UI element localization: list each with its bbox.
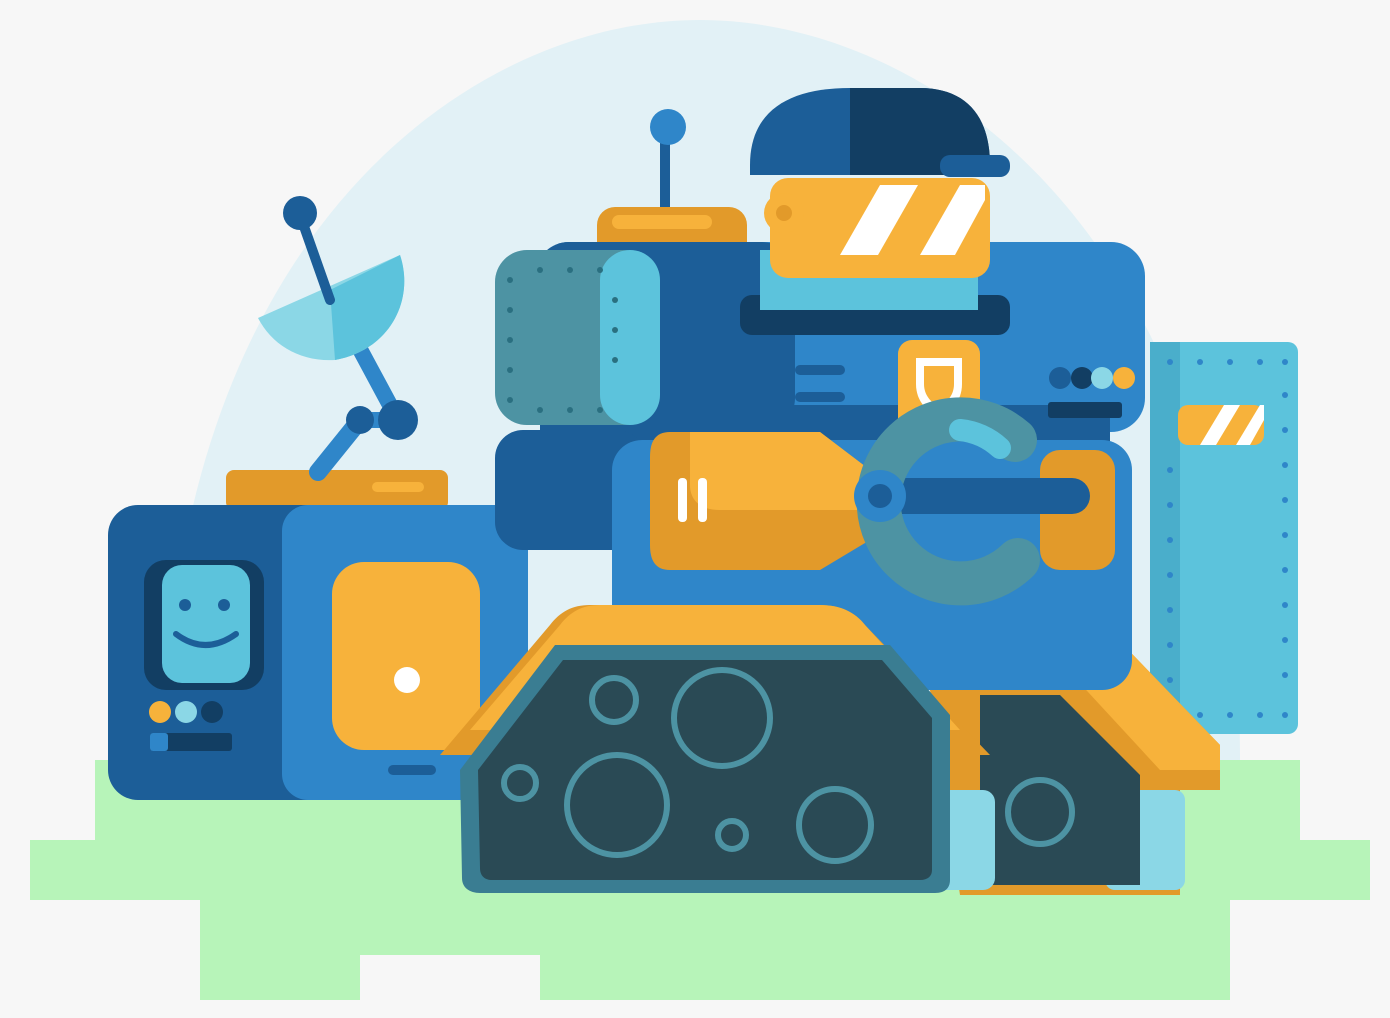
control-console bbox=[108, 505, 528, 800]
robot-tank-illustration bbox=[30, 20, 1370, 1000]
smiley-face-screen-icon bbox=[162, 565, 250, 683]
pilot-helmet-icon bbox=[740, 88, 1010, 335]
console-door bbox=[332, 562, 480, 750]
riveted-shield-panel-icon bbox=[1150, 342, 1298, 734]
